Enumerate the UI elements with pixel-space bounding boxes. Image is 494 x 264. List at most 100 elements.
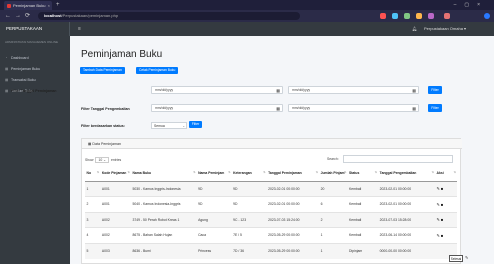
cell-nama-buku: 5040 - Kamus Indonesia-Inggris — [130, 196, 197, 212]
status-select[interactable]: Semua ⌄ — [151, 122, 187, 129]
cell-tgl-kembali: 2023-02-01 00:00:00 — [378, 180, 436, 197]
sort-icon[interactable]: ⇅ — [316, 170, 319, 174]
column-header[interactable]: Aksi ⇅ — [435, 165, 457, 182]
filter-kembali-label: Filter Tanggal Pengembalian — [81, 107, 130, 111]
cell-jumlah: 1 — [319, 242, 348, 259]
trash-icon[interactable]: ■ — [441, 186, 444, 191]
filter-status-label: Filter berdasarkan status: — [81, 124, 125, 128]
brand-title[interactable]: PERPUSTAKAAN — [0, 22, 70, 36]
table-row: 2 A001 5040 - Kamus Indonesia-Inggris 9D… — [85, 196, 457, 212]
reload-icon[interactable]: ⟳ — [25, 10, 30, 22]
sort-icon[interactable]: ⇅ — [193, 170, 196, 174]
filter-kembali-button[interactable]: Filter — [428, 104, 442, 112]
calendar-icon[interactable]: ▦ — [412, 87, 416, 94]
sort-icon[interactable]: ⇅ — [453, 170, 456, 174]
sidebar-item-transaksi[interactable]: ▦ Transaksi Buku — [5, 77, 36, 83]
cell-no: 1 — [85, 180, 101, 197]
back-icon[interactable]: ← — [5, 10, 11, 22]
sort-icon[interactable]: ⇅ — [228, 170, 231, 174]
kembali-start-date-input[interactable]: mm/dd/yyyy ▦ — [151, 104, 283, 112]
cell-kode: A003 — [100, 242, 131, 259]
card-title: Data Peminjaman — [92, 142, 121, 146]
selesai-button[interactable]: Selesai — [449, 255, 463, 262]
cell-aksi: ✎■ — [435, 227, 457, 243]
column-header[interactable]: No ⇅ — [85, 165, 101, 182]
sidebar-item-label: Peminjaman Buku — [11, 67, 41, 71]
extension-icon[interactable] — [416, 13, 422, 19]
filter-status-button[interactable]: Filter — [189, 121, 202, 128]
show-suffix: entries — [110, 158, 122, 162]
cell-nama-buku: 3749 - 50 Perah Robot Kreas 1 — [130, 211, 197, 228]
column-header[interactable]: Nama Buku ⇅ — [130, 165, 197, 182]
cell-nama-buku: 5030 - Kamus Inggris-Indonesia — [130, 180, 197, 197]
filter-pinjam-label: Filter Tanggal Peminjaman — [11, 89, 57, 93]
cell-nama-buku: 8675 - Bahan Salah Hujan — [130, 227, 197, 243]
calendar-icon[interactable]: ▦ — [412, 105, 416, 112]
calendar-icon[interactable]: ▦ — [276, 105, 280, 112]
browser-tab[interactable]: Peminjaman Buku × — [4, 1, 52, 10]
sort-icon[interactable]: ⇅ — [127, 170, 130, 174]
page-title: Peminjaman Buku — [81, 49, 163, 60]
cell-status: Kembali — [347, 180, 379, 197]
cell-no: 3 — [85, 211, 101, 228]
sidebar: ADMINISTRASI MANAJEMEN ONLINE ◔ Dashboard… — [0, 36, 70, 264]
user-menu[interactable]: Perpustakaan Omaha ▾ — [424, 22, 466, 36]
add-peminjaman-button[interactable]: Tambah Data Peminjaman — [80, 67, 125, 74]
column-header[interactable]: Tanggal Pengembalian ⇅ — [378, 165, 436, 182]
sort-icon[interactable]: ⇅ — [375, 170, 378, 174]
close-tab-icon[interactable]: × — [48, 1, 50, 10]
column-header[interactable]: Nama Peminjam ⇅ — [196, 165, 232, 182]
cell-jumlah: 20 — [319, 180, 348, 197]
filter-pinjam-button[interactable]: Filter — [428, 86, 442, 94]
cell-status: Kembali — [347, 196, 379, 212]
window-controls[interactable]: –▢× — [454, 0, 488, 10]
cell-no: 2 — [85, 196, 101, 212]
cell-aksi: ✎■ — [435, 180, 457, 197]
extension-icon[interactable] — [428, 13, 434, 19]
table-row: 5 A003 8636 - Bumi Princess 7D / 36 2023… — [85, 242, 457, 259]
extension-icon[interactable] — [392, 13, 398, 19]
sidebar-item-dashboard[interactable]: ◔ Dashboard — [5, 55, 29, 61]
top-navbar: PERPUSTAKAAN ≡ 🔔︎ Perpustakaan Omaha ▾ — [0, 22, 494, 36]
cell-jumlah: 1 — [319, 227, 348, 243]
url-field[interactable]: localhost/Perpustakaan/peminjaman.php — [38, 12, 300, 20]
calendar-icon[interactable]: ▦ — [276, 87, 280, 94]
sort-icon[interactable]: ⇅ — [97, 170, 100, 174]
trash-icon[interactable]: ■ — [441, 217, 444, 222]
profile-icon[interactable] — [444, 13, 450, 19]
column-header[interactable]: Kode Pinjaman ⇅ — [100, 165, 131, 182]
extension-icon[interactable] — [404, 13, 410, 19]
new-tab-icon[interactable]: + — [56, 0, 60, 10]
favicon-icon — [7, 3, 11, 8]
trash-icon[interactable]: ■ — [441, 233, 444, 238]
search-input[interactable] — [343, 155, 453, 163]
print-peminjaman-button[interactable]: Cetak Peminjaman Buku — [136, 67, 179, 74]
bell-icon[interactable]: 🔔︎ — [412, 22, 417, 36]
forward-icon[interactable]: → — [15, 10, 21, 22]
sidebar-item-peminjaman[interactable]: ▦ Peminjaman Buku — [5, 66, 40, 72]
entries-select[interactable]: 10 ⌄ — [95, 157, 110, 163]
extension-icon[interactable] — [380, 13, 386, 19]
sort-icon[interactable]: ⇅ — [344, 170, 347, 174]
cell-keterangan: 7E / 5 — [231, 227, 267, 243]
cell-peminjam: Caca — [196, 227, 232, 243]
cell-peminjam: 9D — [196, 180, 232, 197]
browser-menu-icon[interactable] — [484, 13, 490, 19]
kembali-end-date-input[interactable]: mm/dd/yyyy ▦ — [288, 104, 419, 112]
column-header[interactable]: Jumlah Pinjam ⇅ — [319, 165, 348, 182]
pinjam-end-date-input[interactable]: mm/dd/yyyy ▦ — [288, 86, 419, 94]
browser-tab-bar: Peminjaman Buku × + –▢× — [0, 0, 494, 10]
browser-tab-title: Peminjaman Buku — [13, 3, 46, 8]
column-header[interactable]: Tanggal Peminjaman ⇅ — [266, 165, 320, 182]
address-bar: ← → ⟳ localhost/Perpustakaan/peminjaman.… — [0, 10, 494, 22]
column-header[interactable]: Keterangan ⇅ — [231, 165, 267, 182]
url-host: localhost — [44, 13, 62, 18]
sort-icon[interactable]: ⇅ — [432, 170, 435, 174]
sort-icon[interactable]: ⇅ — [263, 170, 266, 174]
edit-icon[interactable]: ✎ — [465, 255, 468, 260]
menu-icon[interactable]: ≡ — [78, 22, 81, 36]
cell-tgl-kembali: 2023-02-01 00:00:00 — [378, 196, 436, 212]
pinjam-start-date-input[interactable]: mm/dd/yyyy ▦ — [151, 86, 283, 94]
column-header[interactable]: Status ⇅ — [347, 165, 379, 182]
trash-icon[interactable]: ■ — [441, 202, 444, 207]
